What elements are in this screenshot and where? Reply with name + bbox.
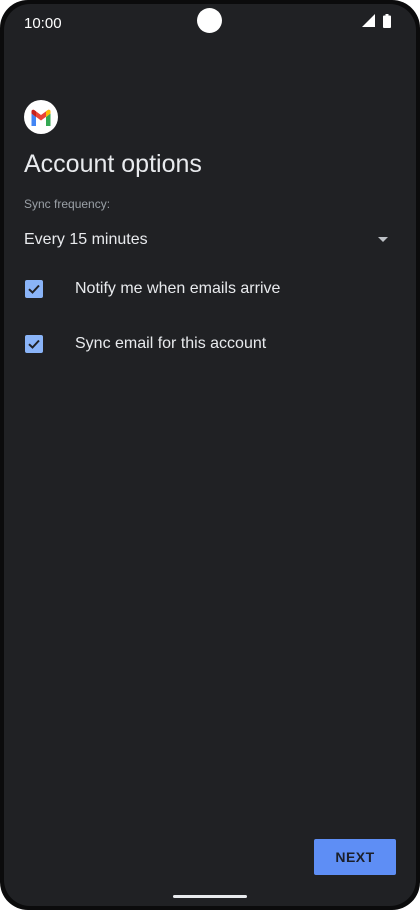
sync-email-option[interactable]: Sync email for this account [24,326,394,362]
notify-option[interactable]: Notify me when emails arrive [24,271,394,307]
gmail-logo-icon [24,100,58,134]
front-camera [197,8,222,33]
dropdown-arrow-icon [378,237,388,242]
next-button[interactable]: NEXT [314,839,396,875]
checkmark-icon [28,284,40,294]
sync-frequency-dropdown[interactable]: Every 15 minutes [24,226,388,254]
sync-email-label: Sync email for this account [75,335,267,352]
screen: 10:00 Account options Sync frequency: Ev… [4,4,416,906]
sync-frequency-label: Sync frequency: [24,197,111,211]
gesture-nav-handle[interactable] [173,895,247,898]
notify-label: Notify me when emails arrive [75,280,281,297]
signal-icon [362,14,375,27]
phone-frame: 10:00 Account options Sync frequency: Ev… [0,0,420,910]
status-time: 10:00 [24,15,62,32]
checkmark-icon [28,339,40,349]
battery-icon [383,14,391,28]
sync-email-checkbox[interactable] [25,335,43,353]
notify-checkbox[interactable] [25,280,43,298]
page-title: Account options [24,150,202,178]
sync-frequency-value: Every 15 minutes [24,231,148,248]
